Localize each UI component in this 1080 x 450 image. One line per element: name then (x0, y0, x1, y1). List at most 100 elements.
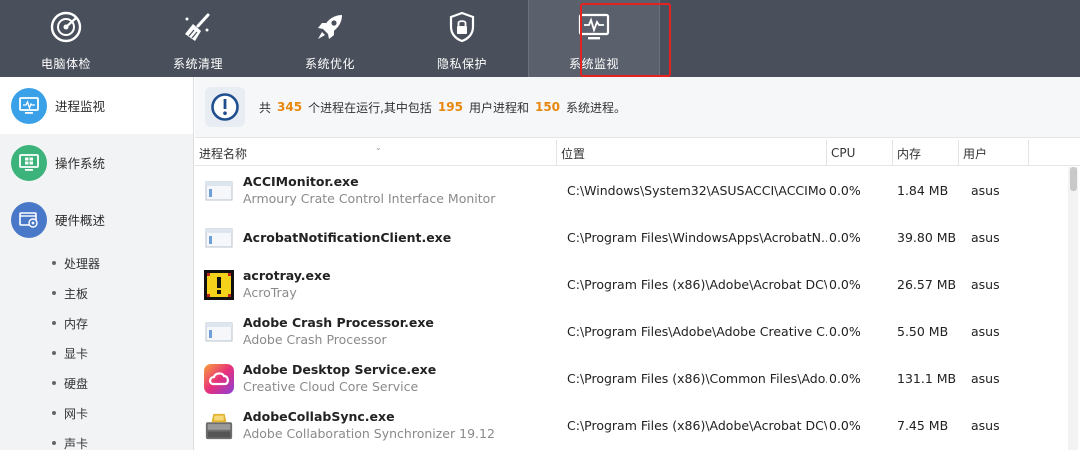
nav-checkup[interactable]: 电脑体检 (0, 0, 132, 77)
column-header-spacer (1029, 140, 1069, 166)
sidebar-item-label: 操作系统 (55, 156, 106, 171)
table-row[interactable]: AdobeCollabSync.exe Adobe Collaboration … (195, 402, 1070, 449)
sidebar-item-hardware[interactable]: 硬件概述 (0, 191, 193, 248)
process-description: AcroTray (243, 285, 297, 300)
nav-optimize[interactable]: 系统优化 (264, 0, 396, 77)
column-header-memory[interactable]: 内存 (893, 140, 959, 166)
nav-label: 系统清理 (172, 57, 223, 71)
user-process-count: 195 (437, 100, 463, 114)
process-path: C:\Program Files (x86)\Common Files\Ado.… (567, 371, 827, 386)
windows-icon (11, 144, 47, 181)
table-header: 进程名称 ⌄ 位置 CPU 内存 用户 (195, 140, 1080, 166)
top-nav: 电脑体检 系统清理 系统优化 隐私保护 系统监视 (0, 0, 1080, 77)
bullet-dot (52, 381, 56, 385)
process-name: Adobe Desktop Service.exe (243, 362, 437, 377)
sidebar-sub-label: 硬盘 (64, 376, 89, 391)
window-generic-icon (204, 317, 234, 347)
table-row[interactable]: ACCIMonitor.exe Armoury Crate Control In… (195, 167, 1070, 214)
table-row[interactable]: Adobe Crash Processor.exe Adobe Crash Pr… (195, 308, 1070, 355)
sidebar-sub-cpu[interactable]: 处理器 (0, 248, 193, 278)
sort-caret-icon: ⌄ (375, 143, 382, 152)
hardware-icon (11, 201, 47, 238)
summary-text: 个进程在运行,其中包括 (308, 100, 432, 115)
bullet-dot (52, 441, 56, 445)
column-header-label: CPU (831, 146, 856, 160)
lock-shield-icon (443, 8, 481, 46)
nav-cleanup[interactable]: 系统清理 (132, 0, 264, 77)
sidebar-sub-gpu[interactable]: 显卡 (0, 338, 193, 368)
sidebar: 进程监视 操作系统 硬件概述 处理器 主板 内存 显卡 硬盘 网卡 声卡 (0, 77, 194, 450)
process-user: asus (971, 324, 1000, 339)
process-path: C:\Windows\System32\ASUSACCI\ACCIMo... (567, 183, 827, 198)
nav-label: 系统监视 (568, 57, 619, 71)
process-name-cell: Adobe Desktop Service.exe Creative Cloud… (243, 362, 557, 395)
sidebar-sub-label: 内存 (64, 316, 89, 331)
app-window: 电脑体检 系统清理 系统优化 隐私保护 系统监视 进程监视 操作系统 硬件概述 … (0, 0, 1080, 450)
column-header-path[interactable]: 位置 (557, 140, 827, 166)
process-memory: 7.45 MB (897, 418, 949, 433)
process-description: Armoury Crate Control Interface Monitor (243, 191, 496, 206)
sidebar-item-process-monitor[interactable]: 进程监视 (0, 77, 193, 134)
process-description: Adobe Collaboration Synchronizer 19.12 (243, 426, 495, 441)
process-cpu: 0.0% (829, 230, 861, 245)
process-name: Adobe Crash Processor.exe (243, 315, 434, 330)
monitor-icon (11, 87, 47, 124)
process-memory: 1.84 MB (897, 183, 949, 198)
nav-label: 电脑体检 (40, 57, 91, 71)
process-path: C:\Program Files\Adobe\Adobe Creative C.… (567, 324, 827, 339)
table-row[interactable]: acrotray.exe AcroTray C:\Program Files (… (195, 261, 1070, 308)
bullet-dot (52, 411, 56, 415)
process-memory: 39.80 MB (897, 230, 957, 245)
sidebar-sub-label: 网卡 (64, 406, 89, 421)
vertical-scrollbar[interactable] (1068, 167, 1078, 450)
column-header-cpu[interactable]: CPU (827, 140, 893, 166)
sidebar-sub-network[interactable]: 网卡 (0, 398, 193, 428)
table-row[interactable]: Adobe Desktop Service.exe Creative Cloud… (195, 355, 1070, 402)
process-user: asus (971, 230, 1000, 245)
collab-sync-icon (204, 411, 234, 441)
process-name: ACCIMonitor.exe (243, 174, 359, 189)
table-row[interactable]: AcrobatNotificationClient.exe C:\Program… (195, 214, 1070, 261)
scan-target-icon (47, 8, 85, 46)
rocket-icon (311, 8, 349, 46)
process-cpu: 0.0% (829, 324, 861, 339)
process-summary: 共 345 个进程在运行,其中包括 195 用户进程和 150 系统进程。 (195, 77, 1080, 138)
nav-label: 隐私保护 (436, 57, 487, 71)
column-header-label: 内存 (897, 146, 922, 161)
summary-text: 用户进程和 (468, 100, 529, 115)
process-name-cell: AcrobatNotificationClient.exe (243, 230, 557, 246)
summary-prefix: 共 (259, 100, 272, 115)
nav-monitor[interactable]: 系统监视 (528, 0, 660, 77)
sidebar-item-os[interactable]: 操作系统 (0, 134, 193, 191)
process-name: AcrobatNotificationClient.exe (243, 229, 452, 245)
process-name-cell: AdobeCollabSync.exe Adobe Collaboration … (243, 409, 557, 442)
process-cpu: 0.0% (829, 183, 861, 198)
process-path: C:\Program Files\WindowsApps\AcrobatN... (567, 230, 827, 245)
sidebar-sub-label: 主板 (64, 286, 89, 301)
sidebar-sub-sound[interactable]: 声卡 (0, 428, 193, 450)
sidebar-item-label: 硬件概述 (55, 213, 106, 228)
process-path: C:\Program Files (x86)\Adobe\Acrobat DC\… (567, 277, 827, 292)
process-list: ACCIMonitor.exe Armoury Crate Control In… (195, 167, 1070, 449)
nav-label: 系统优化 (304, 57, 355, 71)
process-user: asus (971, 183, 1000, 198)
column-header-label: 用户 (963, 146, 988, 161)
nav-privacy[interactable]: 隐私保护 (396, 0, 528, 77)
process-description: Creative Cloud Core Service (243, 379, 419, 394)
sidebar-sub-label: 处理器 (64, 256, 101, 271)
bullet-dot (52, 291, 56, 295)
process-user: asus (971, 277, 1000, 292)
process-memory: 26.57 MB (897, 277, 957, 292)
sidebar-sub-motherboard[interactable]: 主板 (0, 278, 193, 308)
sidebar-sub-memory[interactable]: 内存 (0, 308, 193, 338)
column-header-user[interactable]: 用户 (959, 140, 1029, 166)
process-description: Adobe Crash Processor (243, 332, 387, 347)
process-path: C:\Program Files (x86)\Adobe\Acrobat DC\… (567, 418, 827, 433)
process-user: asus (971, 371, 1000, 386)
creative-cloud-icon (204, 363, 234, 394)
column-header-name[interactable]: 进程名称 ⌄ (195, 140, 557, 166)
process-name: AdobeCollabSync.exe (243, 409, 395, 424)
process-cpu: 0.0% (829, 371, 861, 386)
sidebar-sub-disk[interactable]: 硬盘 (0, 368, 193, 398)
scrollbar-thumb[interactable] (1070, 167, 1077, 191)
